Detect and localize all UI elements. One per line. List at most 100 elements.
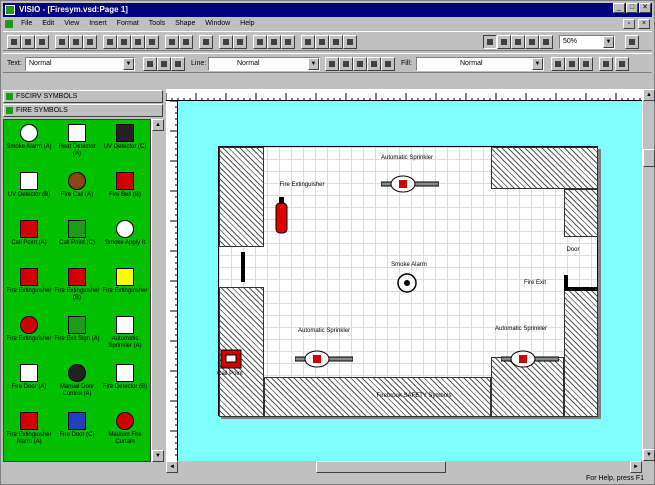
connector-tool-icon[interactable] — [511, 35, 525, 49]
menu-help[interactable]: Help — [236, 18, 258, 30]
minimize-button[interactable]: _ — [613, 3, 625, 13]
pointer-tool-icon[interactable] — [483, 35, 497, 49]
stencil-shape[interactable]: UV Detector (C) — [102, 124, 148, 151]
menu-tools[interactable]: Tools — [145, 18, 169, 30]
stencil-shape[interactable]: Heat Detector (A) — [54, 124, 100, 158]
scroll-up-icon[interactable]: ▲ — [152, 119, 164, 131]
document-icon[interactable] — [5, 20, 13, 28]
chevron-down-icon[interactable]: ▼ — [308, 58, 319, 70]
sprinkler-top-icon[interactable] — [381, 175, 439, 193]
stencil-header-fire[interactable]: FIRE SYMBOLS — [3, 104, 163, 117]
copy-icon[interactable] — [117, 35, 131, 49]
rotate-left-icon[interactable] — [315, 35, 329, 49]
align-icon[interactable] — [301, 35, 315, 49]
scroll-thumb[interactable] — [316, 461, 446, 473]
paste-icon[interactable] — [131, 35, 145, 49]
stencil-shape[interactable]: Call Point (C) — [54, 220, 100, 247]
scroll-right-icon[interactable]: ► — [630, 461, 642, 473]
page-icon[interactable] — [233, 35, 247, 49]
chevron-down-icon[interactable]: ▼ — [603, 36, 614, 48]
align-center-icon[interactable] — [615, 57, 629, 71]
line-style-combo[interactable]: Normal ▼ — [208, 57, 320, 71]
undo-icon[interactable] — [165, 35, 179, 49]
print-icon[interactable] — [55, 35, 69, 49]
open-icon[interactable] — [21, 35, 35, 49]
shadow-icon[interactable] — [579, 57, 593, 71]
chevron-down-icon[interactable]: ▼ — [123, 58, 134, 70]
stencil-shape[interactable]: Fire Extinguisher (B) — [54, 268, 100, 302]
group-icon[interactable] — [281, 35, 295, 49]
zoom-combo[interactable]: 50% ▼ — [559, 35, 615, 49]
stencil-shape[interactable]: Fire Door (A) — [6, 364, 52, 391]
menu-format[interactable]: Format — [113, 18, 143, 30]
text-style-combo[interactable]: Normal ▼ — [25, 57, 135, 71]
scroll-up-icon[interactable]: ▲ — [643, 89, 655, 101]
spelling-icon[interactable] — [83, 35, 97, 49]
stencil-shape[interactable]: Call Point (A) — [6, 220, 52, 247]
stencil-shape[interactable]: Smoke Alarm (A) — [6, 124, 52, 151]
maximize-button[interactable]: □ — [626, 3, 638, 13]
new-page-icon[interactable] — [219, 35, 233, 49]
corner-icon[interactable] — [381, 57, 395, 71]
stencil-shape[interactable]: Fire Detector (B) — [102, 364, 148, 391]
rotate-right-icon[interactable] — [329, 35, 343, 49]
fill-pattern-icon[interactable] — [565, 57, 579, 71]
flip-icon[interactable] — [343, 35, 357, 49]
line-weight-icon[interactable] — [339, 57, 353, 71]
scroll-down-icon[interactable]: ▼ — [643, 449, 655, 461]
menu-edit[interactable]: Edit — [38, 18, 58, 30]
stencil-shape[interactable]: Fire Bell (B) — [102, 172, 148, 199]
call-point-icon[interactable] — [220, 349, 242, 369]
line-pattern-icon[interactable] — [353, 57, 367, 71]
stencil-scrollbar[interactable]: ▲ ▼ — [151, 119, 164, 462]
new-icon[interactable] — [7, 35, 21, 49]
stencil-shape[interactable]: UV Detector (B) — [6, 172, 52, 199]
menu-window[interactable]: Window — [201, 18, 234, 30]
save-icon[interactable] — [35, 35, 49, 49]
redo-icon[interactable] — [179, 35, 193, 49]
send-back-icon[interactable] — [267, 35, 281, 49]
sprinkler-left-icon[interactable] — [295, 350, 353, 368]
doc-restore-button[interactable]: ▫ — [623, 19, 635, 29]
print-preview-icon[interactable] — [69, 35, 83, 49]
scroll-down-icon[interactable]: ▼ — [152, 450, 164, 462]
stamp-tool-icon[interactable] — [539, 35, 553, 49]
format-text-icon[interactable] — [143, 57, 157, 71]
fire-extinguisher-icon[interactable] — [274, 195, 290, 235]
smoke-alarm-icon[interactable] — [396, 272, 418, 294]
drawing-page[interactable]: Door Fire Extinguisher Automatic Sprinkl… — [218, 146, 598, 417]
stencil-shape[interactable]: Fire Extinguisher — [6, 268, 52, 295]
menu-view[interactable]: View — [60, 18, 83, 30]
stencil-shape[interactable]: Fire Extinguisher — [6, 316, 52, 343]
canvas-vscrollbar[interactable]: ▲ ▼ — [642, 89, 655, 461]
doc-close-button[interactable]: × — [638, 19, 650, 29]
stencil-shape[interactable]: Fire Exit Sign (A) — [54, 316, 100, 343]
menu-shape[interactable]: Shape — [171, 18, 199, 30]
visio-app-icon[interactable] — [5, 5, 15, 15]
close-button[interactable]: ✕ — [639, 3, 651, 13]
stencil-header-fscirv[interactable]: FSCIRV SYMBOLS — [3, 90, 163, 103]
format-painter-icon[interactable] — [145, 35, 159, 49]
fill-style-combo[interactable]: Normal ▼ — [416, 57, 544, 71]
sprinkler-right-icon[interactable] — [501, 350, 559, 368]
menu-insert[interactable]: Insert — [85, 18, 111, 30]
line-ends-icon[interactable] — [367, 57, 381, 71]
stencil-shape[interactable]: Fire Door (C) — [54, 412, 100, 439]
fill-color-icon[interactable] — [551, 57, 565, 71]
stencil-shape[interactable]: Manual Door Control (A) — [54, 364, 100, 398]
stencil-shape[interactable]: Fire Extinguisher Alarm (A) — [6, 412, 52, 446]
pencil-tool-icon[interactable] — [497, 35, 511, 49]
line-color-icon[interactable] — [325, 57, 339, 71]
scroll-left-icon[interactable]: ◄ — [166, 461, 178, 473]
stencil-shape[interactable]: Automatic Sprinkler (A) — [102, 316, 148, 350]
text-tool-icon[interactable] — [525, 35, 539, 49]
font-size-up-icon[interactable] — [171, 57, 185, 71]
stencil-icon[interactable] — [199, 35, 213, 49]
bring-front-icon[interactable] — [253, 35, 267, 49]
canvas-hscrollbar[interactable]: ◄ ► — [166, 461, 642, 473]
stencil-shape[interactable]: Medium Fire Curtain — [102, 412, 148, 446]
chevron-down-icon[interactable]: ▼ — [532, 58, 543, 70]
help-icon[interactable] — [625, 35, 639, 49]
align-left-icon[interactable] — [599, 57, 613, 71]
scroll-thumb[interactable] — [643, 149, 655, 167]
